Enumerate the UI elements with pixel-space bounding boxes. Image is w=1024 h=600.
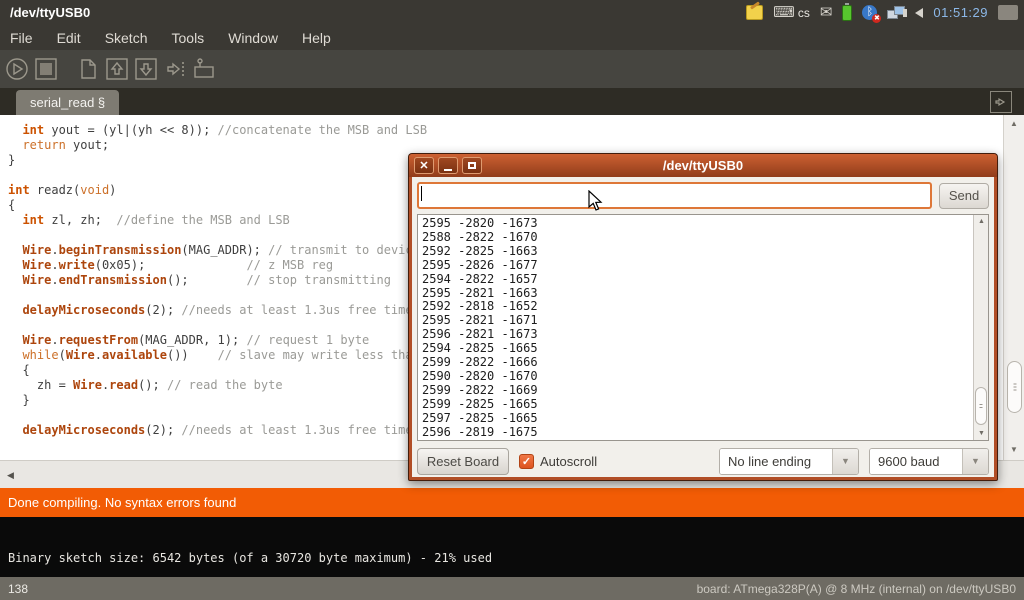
menu-edit[interactable]: Edit (57, 30, 81, 46)
volume-icon[interactable] (915, 8, 923, 18)
send-button[interactable]: Send (939, 183, 989, 209)
scroll-up-icon[interactable]: ▲ (1010, 119, 1018, 128)
bluetooth-icon[interactable]: ᛒ (862, 5, 877, 20)
serial-line: 2595 -2821 -1671 (422, 314, 984, 328)
serial-line: 2594 -2825 -1665 (422, 342, 984, 356)
serial-monitor-window: ✕ /dev/ttyUSB0 Send 2595 -2820 -16732588… (408, 153, 998, 481)
chevron-down-icon: ▼ (832, 449, 858, 474)
baud-rate-value: 9600 baud (870, 449, 962, 474)
serial-line: 2599 -2822 -1669 (422, 384, 984, 398)
battery-icon[interactable] (842, 5, 852, 21)
text-caret (421, 186, 422, 201)
serial-monitor-body: Send 2595 -2820 -16732588 -2822 -1670259… (412, 177, 994, 477)
serial-line: 2588 -2822 -1670 (422, 231, 984, 245)
note-icon[interactable] (746, 5, 763, 20)
upload-button[interactable] (163, 57, 187, 81)
editor-vertical-scrollbar[interactable]: ▲ ▼ (1003, 115, 1024, 460)
keyboard-layout-label: cs (798, 6, 810, 20)
console-text: Binary sketch size: 6542 bytes (of a 307… (8, 551, 492, 565)
reset-board-button[interactable]: Reset Board (417, 448, 509, 475)
serial-line: 2599 -2825 -1665 (422, 398, 984, 412)
serial-scrollbar[interactable]: ▲ ▼ (973, 215, 988, 440)
line-ending-select[interactable]: No line ending ▼ (719, 448, 859, 475)
serial-line: 2590 -2820 -1670 (422, 370, 984, 384)
menu-window[interactable]: Window (228, 30, 278, 46)
ide-statusbar: 138 board: ATmega328P(A) @ 8 MHz (intern… (0, 577, 1024, 600)
serial-scrollbar-thumb[interactable] (975, 387, 987, 425)
compile-status-bar: Done compiling. No syntax errors found (0, 488, 1024, 517)
serial-line: 2595 -2821 -1663 (422, 287, 984, 301)
code-line: int yout = (yl|(yh << 8)); //concatenate… (8, 123, 1003, 138)
serial-send-input[interactable] (417, 182, 932, 209)
code-line: return yout; (8, 138, 1003, 153)
serial-line: 2596 -2821 -1673 (422, 328, 984, 342)
verify-button[interactable] (5, 57, 29, 81)
menu-file[interactable]: File (10, 30, 33, 46)
line-number-indicator: 138 (8, 582, 28, 596)
serial-output-area[interactable]: 2595 -2820 -16732588 -2822 -16702592 -28… (417, 214, 989, 441)
serial-line: 2594 -2822 -1657 (422, 273, 984, 287)
tab-menu-icon[interactable] (990, 91, 1012, 113)
keyboard-layout-indicator[interactable]: ⌨ cs (773, 5, 810, 20)
arduino-ide-screen: /dev/ttyUSB0 ⌨ cs ✉ ᛒ 01:51:29 File Edit S… (0, 0, 1024, 600)
serial-monitor-title: /dev/ttyUSB0 (409, 158, 997, 173)
maximize-icon[interactable] (462, 157, 482, 174)
save-sketch-button[interactable] (134, 57, 158, 81)
window-title: /dev/ttyUSB0 (0, 5, 746, 20)
menu-sketch[interactable]: Sketch (105, 30, 148, 46)
serial-line: 2596 -2819 -1675 (422, 426, 984, 440)
autoscroll-checkbox[interactable]: ✓ (519, 454, 534, 469)
clock[interactable]: 01:51:29 (933, 5, 988, 20)
scroll-left-icon[interactable]: ◀ (7, 470, 14, 481)
console-output: Binary sketch size: 6542 bytes (of a 307… (0, 517, 1024, 577)
board-info: board: ATmega328P(A) @ 8 MHz (internal) … (697, 582, 1016, 596)
serial-line: 2595 -2820 -1673 (422, 217, 984, 231)
serial-scroll-down-icon[interactable]: ▼ (978, 430, 985, 437)
new-sketch-button[interactable] (76, 57, 100, 81)
menubar: File Edit Sketch Tools Window Help (0, 25, 1024, 50)
editor-scrollbar-thumb[interactable] (1007, 361, 1022, 413)
keyboard-icon: ⌨ (773, 5, 795, 20)
line-ending-value: No line ending (720, 449, 832, 474)
serial-line: 2595 -2826 -1677 (422, 259, 984, 273)
display-icon[interactable] (998, 5, 1018, 20)
minimize-icon[interactable] (438, 157, 458, 174)
tabbar: serial_read § (0, 88, 1024, 115)
serial-monitor-titlebar[interactable]: ✕ /dev/ttyUSB0 (409, 154, 997, 177)
serial-line: 2592 -2825 -1663 (422, 245, 984, 259)
open-sketch-button[interactable] (105, 57, 129, 81)
mouse-cursor (588, 190, 604, 217)
system-titlebar: /dev/ttyUSB0 ⌨ cs ✉ ᛒ 01:51:29 (0, 0, 1024, 25)
autoscroll-label: Autoscroll (540, 454, 597, 469)
serial-line: 2597 -2825 -1665 (422, 412, 984, 426)
serial-output-lines: 2595 -2820 -16732588 -2822 -16702592 -28… (418, 215, 988, 441)
serial-line: 2599 -2822 -1666 (422, 356, 984, 370)
mail-icon[interactable]: ✉ (820, 5, 833, 20)
chevron-down-icon: ▼ (962, 449, 988, 474)
stop-button[interactable] (34, 57, 58, 81)
scroll-down-icon[interactable]: ▼ (1010, 445, 1018, 454)
menu-help[interactable]: Help (302, 30, 331, 46)
compile-status-message: Done compiling. No syntax errors found (8, 495, 236, 510)
serial-monitor-button[interactable] (192, 57, 216, 81)
toolbar (0, 50, 1024, 88)
tab-serial-read[interactable]: serial_read § (16, 90, 119, 115)
close-icon[interactable]: ✕ (414, 157, 434, 174)
menu-tools[interactable]: Tools (172, 30, 205, 46)
serial-line: 2592 -2818 -1652 (422, 300, 984, 314)
baud-rate-select[interactable]: 9600 baud ▼ (869, 448, 989, 475)
system-tray: ⌨ cs ✉ ᛒ 01:51:29 (746, 5, 1024, 21)
serial-scroll-up-icon[interactable]: ▲ (978, 218, 985, 225)
